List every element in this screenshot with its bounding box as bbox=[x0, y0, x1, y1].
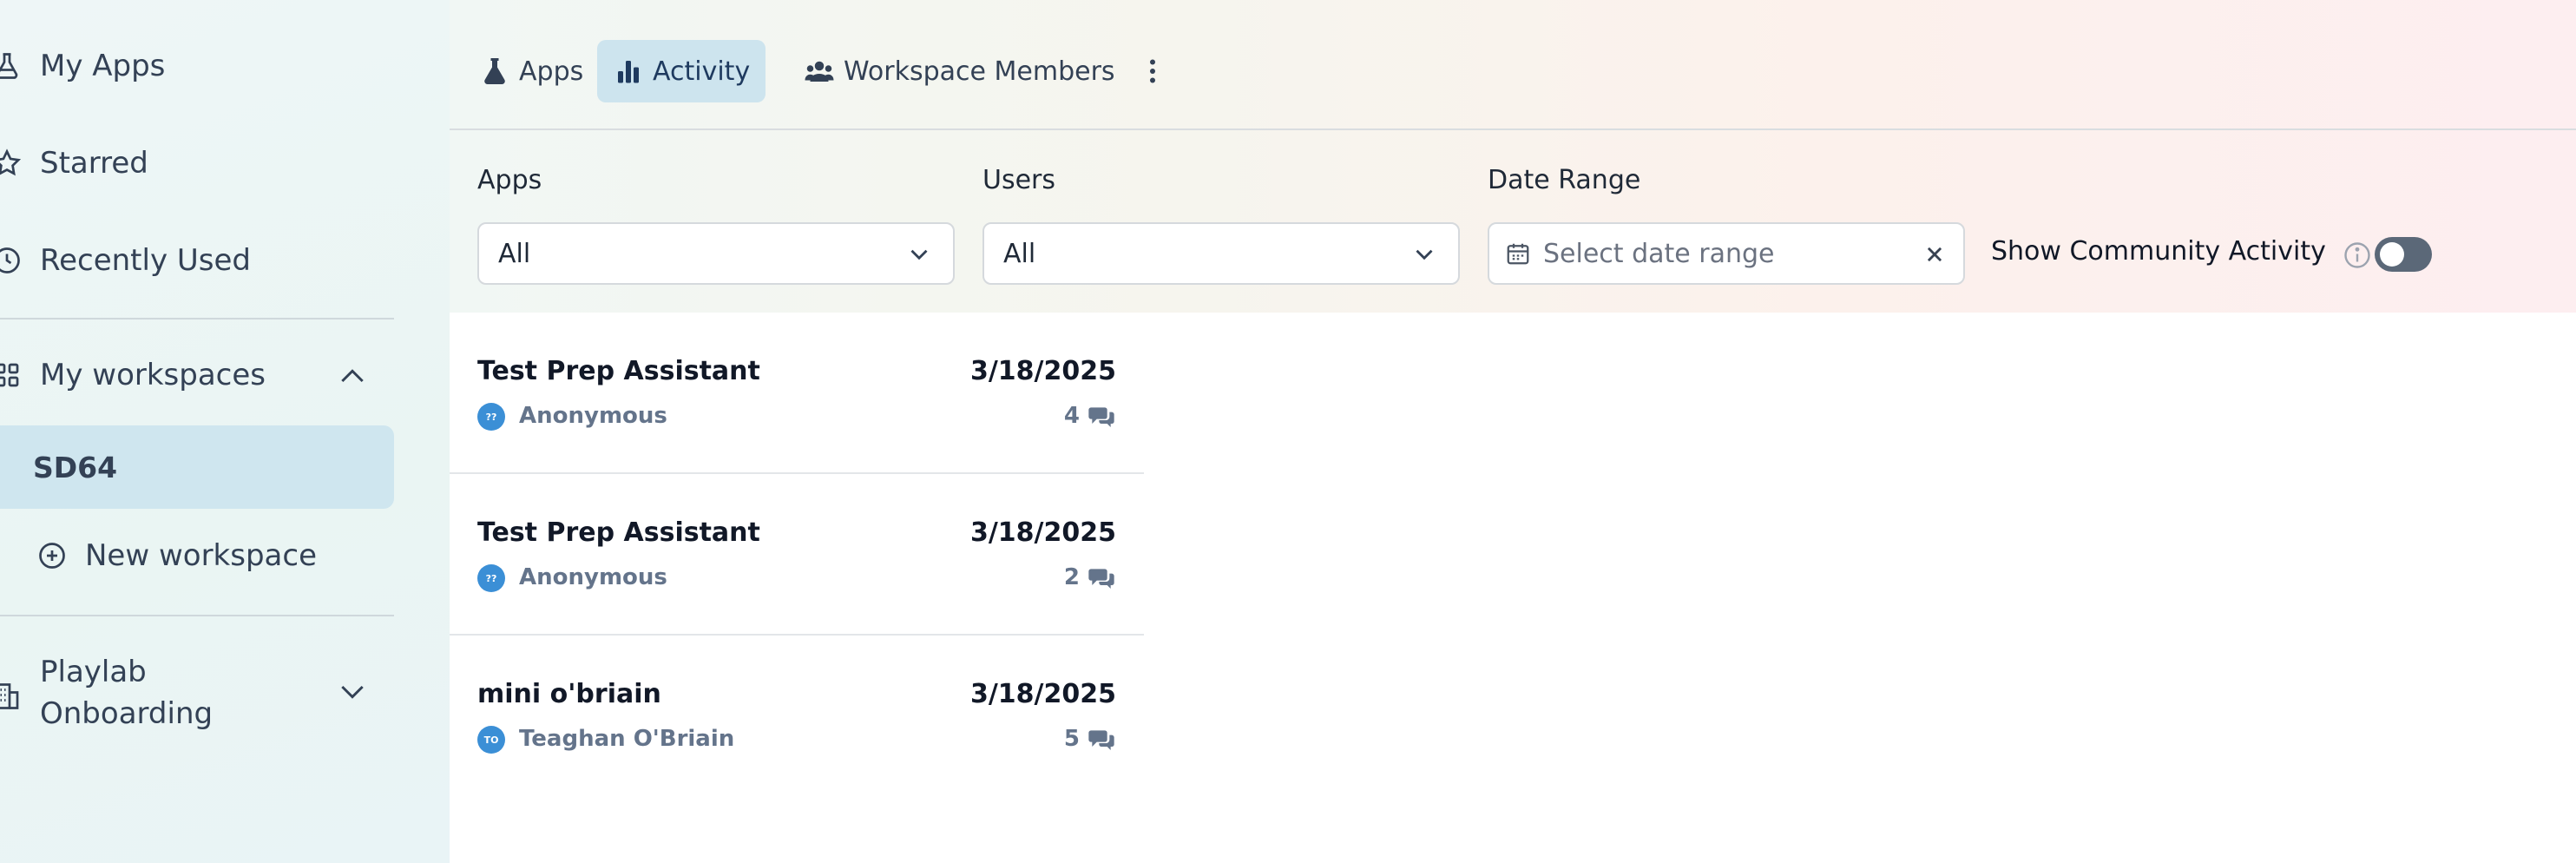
new-workspace-button[interactable]: New workspace bbox=[39, 538, 317, 573]
star-icon bbox=[0, 146, 24, 181]
header: Apps Activity Workspace Members Apps All… bbox=[450, 0, 2576, 313]
activity-list: Test Prep Assistant 3/18/2025 ?? Anonymo… bbox=[450, 313, 1144, 797]
date-range-label: Date Range bbox=[1488, 165, 1641, 195]
message-count: 4 bbox=[1063, 403, 1080, 429]
sidebar-item-label: My Apps bbox=[40, 49, 166, 83]
users-filter-label: Users bbox=[982, 165, 1056, 195]
tab-apps[interactable]: Apps bbox=[463, 40, 599, 102]
activity-row[interactable]: Test Prep Assistant 3/18/2025 ?? Anonymo… bbox=[450, 474, 1144, 636]
users-icon bbox=[805, 61, 834, 82]
sidebar-section-org[interactable]: Playlab Onboarding bbox=[0, 651, 231, 735]
sidebar-item-label: Starred bbox=[40, 146, 148, 181]
apps-filter-select[interactable]: All bbox=[477, 222, 955, 285]
activity-app-name: mini o'briain bbox=[477, 679, 661, 709]
plus-circle-icon bbox=[35, 538, 69, 573]
grid-icon bbox=[0, 358, 24, 392]
activity-app-name: Test Prep Assistant bbox=[477, 356, 760, 386]
tab-workspace-members[interactable]: Workspace Members bbox=[788, 40, 1131, 102]
new-workspace-label: New workspace bbox=[85, 538, 317, 573]
tab-label: Apps bbox=[519, 56, 584, 87]
sidebar-item-recently-used[interactable]: Recently Used bbox=[0, 243, 251, 278]
chevron-down-icon[interactable] bbox=[335, 674, 370, 708]
activity-row[interactable]: Test Prep Assistant 3/18/2025 ?? Anonymo… bbox=[450, 313, 1144, 474]
community-activity-toggle[interactable] bbox=[2375, 237, 2432, 272]
avatar: ?? bbox=[477, 564, 505, 592]
tab-activity[interactable]: Activity bbox=[597, 40, 766, 102]
workspace-name: SD64 bbox=[33, 450, 118, 484]
clock-icon bbox=[0, 243, 24, 278]
sidebar-divider bbox=[0, 615, 394, 616]
community-activity-label: Show Community Activity bbox=[1991, 236, 2326, 267]
chevron-up-icon[interactable] bbox=[335, 359, 370, 394]
apps-filter-label: Apps bbox=[477, 165, 542, 195]
activity-date: 3/18/2025 bbox=[969, 517, 1116, 548]
date-range-input[interactable]: Select date range bbox=[1488, 222, 1965, 285]
chat-bubbles-icon bbox=[1088, 730, 1114, 750]
kebab-menu-icon bbox=[1150, 59, 1155, 83]
sidebar-item-workspace-selected[interactable]: SD64 bbox=[0, 425, 394, 509]
activity-user: Anonymous bbox=[519, 564, 667, 590]
activity-user: Teaghan O'Briain bbox=[519, 726, 735, 752]
date-range-placeholder: Select date range bbox=[1543, 238, 1775, 269]
bar-chart-icon bbox=[618, 61, 639, 83]
tab-label: Activity bbox=[653, 56, 751, 87]
sidebar-section-label: My workspaces bbox=[40, 358, 266, 392]
org-label: Playlab Onboarding bbox=[40, 655, 214, 731]
close-icon[interactable] bbox=[1920, 240, 1949, 269]
avatar: TO bbox=[477, 726, 505, 754]
sidebar-section-my-workspaces[interactable]: My workspaces bbox=[0, 358, 266, 392]
sidebar-item-label: Recently Used bbox=[40, 243, 251, 278]
message-count: 2 bbox=[1063, 564, 1080, 590]
chevron-down-icon bbox=[1416, 249, 1433, 260]
chevron-down-icon bbox=[910, 249, 928, 260]
sidebar-divider bbox=[0, 318, 394, 320]
info-icon[interactable] bbox=[2342, 240, 2373, 271]
tab-bar: Apps Activity Workspace Members bbox=[450, 0, 2576, 130]
flask-icon bbox=[484, 58, 505, 85]
avatar: ?? bbox=[477, 403, 505, 431]
users-filter-value: All bbox=[1003, 238, 1036, 269]
message-count: 5 bbox=[1063, 726, 1080, 752]
building-icon bbox=[0, 679, 24, 714]
users-filter-select[interactable]: All bbox=[982, 222, 1460, 285]
sidebar-item-starred[interactable]: Starred bbox=[0, 146, 148, 181]
sidebar-item-my-apps[interactable]: My Apps bbox=[0, 49, 165, 83]
activity-app-name: Test Prep Assistant bbox=[477, 517, 760, 548]
activity-date: 3/18/2025 bbox=[969, 679, 1116, 709]
apps-filter-value: All bbox=[498, 238, 531, 269]
more-options-button[interactable] bbox=[1137, 54, 1168, 89]
activity-row[interactable]: mini o'briain 3/18/2025 TO Teaghan O'Bri… bbox=[450, 636, 1144, 797]
calendar-icon bbox=[1507, 243, 1529, 265]
activity-user: Anonymous bbox=[519, 403, 667, 429]
chat-bubbles-icon bbox=[1088, 569, 1114, 589]
app-root: My Apps Starred Recently Used My workspa… bbox=[0, 0, 2576, 863]
tab-label: Workspace Members bbox=[844, 56, 1115, 87]
activity-date: 3/18/2025 bbox=[969, 356, 1116, 386]
sidebar: My Apps Starred Recently Used My workspa… bbox=[0, 0, 450, 863]
flask-icon bbox=[0, 49, 24, 83]
chat-bubbles-icon bbox=[1088, 407, 1114, 427]
